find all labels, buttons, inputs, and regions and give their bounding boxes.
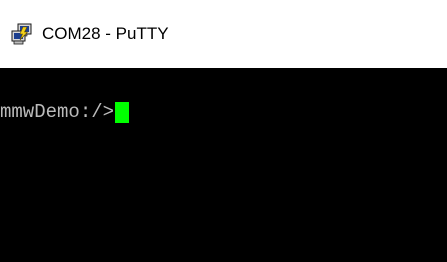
putty-window: COM28 - PuTTY mmwDemo:/> bbox=[0, 0, 447, 262]
terminal-prompt-line: mmwDemo:/> bbox=[0, 101, 130, 123]
window-title: COM28 - PuTTY bbox=[42, 24, 169, 43]
terminal-cursor bbox=[115, 101, 130, 123]
terminal-area[interactable]: mmwDemo:/> bbox=[0, 68, 447, 262]
title-bar[interactable]: COM28 - PuTTY bbox=[0, 0, 447, 68]
putty-icon[interactable] bbox=[11, 23, 33, 45]
terminal-prompt: mmwDemo:/> bbox=[0, 101, 115, 123]
